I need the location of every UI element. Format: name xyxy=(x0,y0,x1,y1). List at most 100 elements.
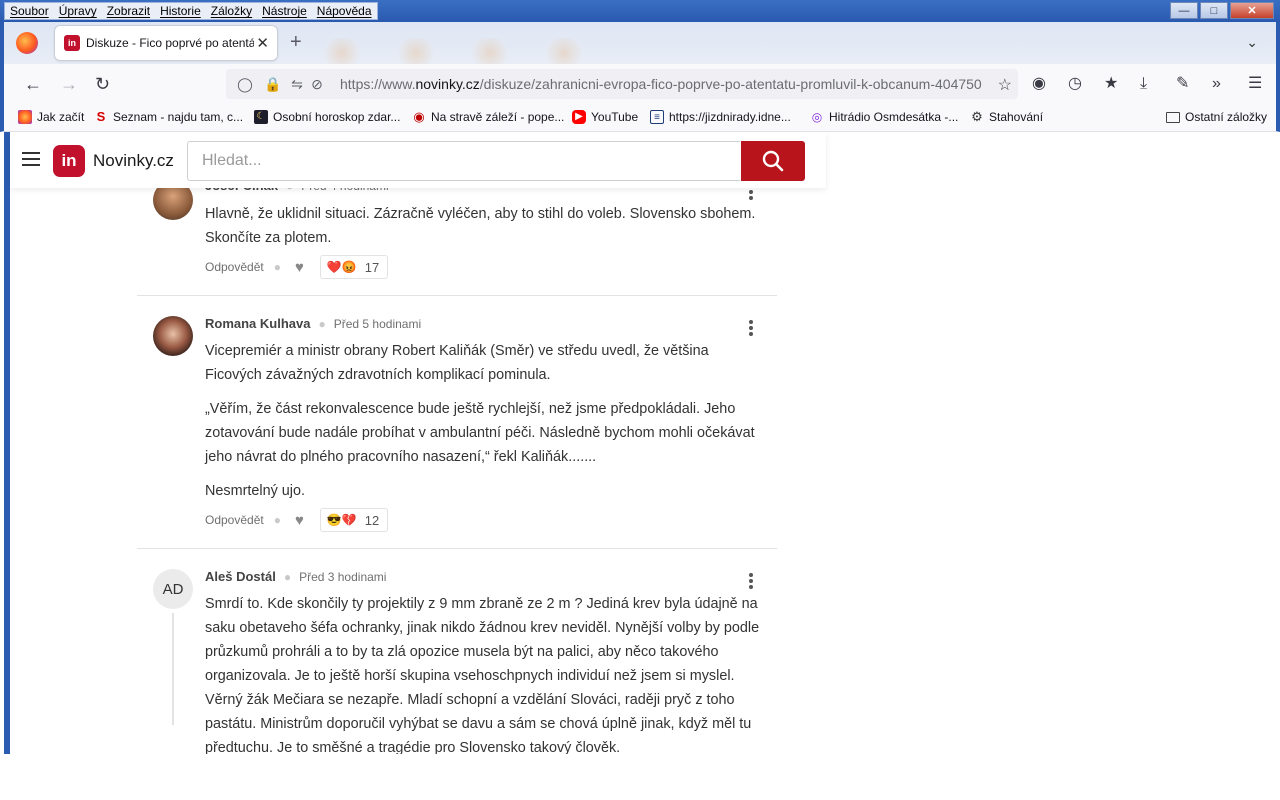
heart-icon[interactable]: ♥ xyxy=(295,512,304,529)
extensions-icon[interactable]: ✎ xyxy=(1176,74,1189,94)
comment-header: Romana Kulhava ● Před 5 hodinami xyxy=(205,316,421,331)
search-button[interactable] xyxy=(741,141,805,181)
bookmark-label: Osobní horoskop zdar... xyxy=(273,110,401,124)
reply-button[interactable]: Odpovědět xyxy=(205,260,264,274)
url-text[interactable]: https://www.novinky.cz/diskuze/zahranicn… xyxy=(340,76,996,92)
maximize-button[interactable]: □ xyxy=(1200,2,1228,19)
reactions-badge[interactable]: 😎💔 12 xyxy=(319,508,389,532)
shield-icon[interactable]: ◯ xyxy=(236,76,254,93)
firefox-view-icon[interactable] xyxy=(16,32,38,54)
bookmarks-icon[interactable]: ★ xyxy=(1104,74,1118,94)
comment-header: Aleš Dostál ● Před 3 hodinami xyxy=(205,569,386,584)
heart-icon[interactable]: ♥ xyxy=(295,259,304,276)
address-bar[interactable]: ◯ 🔒 ⇋ ⊘ https://www.novinky.cz/diskuze/z… xyxy=(226,69,1018,99)
other-bookmarks[interactable]: Ostatní záložky xyxy=(1166,110,1267,124)
bookmark-item[interactable]: ⚙ Stahování xyxy=(970,110,1044,125)
comment: AD Aleš Dostál ● Před 3 hodinami Smrdí t… xyxy=(137,549,777,754)
minimize-button[interactable]: — xyxy=(1170,2,1198,19)
moon-icon: ☾ xyxy=(254,110,268,124)
bookmark-label: Jak začít xyxy=(37,110,85,124)
taskbar-area xyxy=(0,754,1280,800)
bookmark-item[interactable]: ◎ Hitrádio Osmdesátka -... xyxy=(810,110,959,124)
comment-body: Vicepremiér a ministr obrany Robert Kali… xyxy=(205,339,765,513)
reload-icon[interactable]: ↻ xyxy=(95,74,110,94)
close-window-button[interactable]: ✕ xyxy=(1230,2,1274,19)
bookmark-item[interactable]: Jak začít xyxy=(18,110,84,124)
reaction-emoji-icon: 😎💔 xyxy=(326,513,357,527)
pocket-icon[interactable]: ◉ xyxy=(1032,74,1046,94)
menu-napoveda[interactable]: Nápověda xyxy=(312,3,377,19)
separator-dot: ● xyxy=(318,316,326,331)
comment-paragraph: „Věřím, že část rekonvalescence bude ješ… xyxy=(205,401,755,465)
menu-soubor[interactable]: Soubor xyxy=(5,3,54,19)
bookmark-label: YouTube xyxy=(591,110,639,124)
radio-icon: ◎ xyxy=(811,110,823,124)
search-input[interactable] xyxy=(187,141,740,181)
other-bookmarks-label: Ostatní záložky xyxy=(1185,110,1268,124)
download-icon[interactable]: ⤓ xyxy=(1140,74,1147,94)
comment-time: Před 3 hodinami xyxy=(299,569,387,584)
menu-bar: Soubor Úpravy Zobrazit Historie Záložky … xyxy=(4,2,378,20)
site-brand[interactable]: Novinky.cz xyxy=(93,151,174,171)
menu-upravy[interactable]: Úpravy xyxy=(54,3,102,19)
menu-icon[interactable] xyxy=(22,152,40,166)
new-tab-icon[interactable]: + xyxy=(290,32,302,52)
novinky-favicon-icon: in xyxy=(64,35,80,51)
bookmark-item[interactable]: ☾ Osobní horoskop zdar... xyxy=(254,110,400,124)
menu-historie[interactable]: Historie xyxy=(155,3,206,19)
back-icon[interactable]: ← xyxy=(24,74,42,94)
comment-time: Před 5 hodinami xyxy=(333,316,422,331)
separator-dot: ● xyxy=(273,513,281,527)
history-icon[interactable]: ◷ xyxy=(1068,74,1082,94)
tracking-off-icon[interactable]: ⊘ xyxy=(308,76,326,93)
bookmark-item[interactable]: S Seznam - najdu tam, c... xyxy=(94,109,243,125)
window-controls: — □ ✕ xyxy=(1170,2,1274,19)
bookmark-label: Stahování xyxy=(989,110,1044,124)
site-logo[interactable]: in xyxy=(53,145,85,177)
comment-author[interactable]: Aleš Dostál xyxy=(205,569,276,584)
menu-zobrazit[interactable]: Zobrazit xyxy=(102,3,155,19)
bookmark-item[interactable]: ▶ YouTube xyxy=(572,110,638,124)
youtube-icon: ▶ xyxy=(572,110,586,124)
tab-active[interactable]: in Diskuze - Fico poprvé po atentá ✕ xyxy=(55,26,277,60)
list-tabs-icon[interactable]: ⌄ xyxy=(1246,34,1258,51)
more-options-icon[interactable] xyxy=(749,573,753,591)
bookmark-label: Hitrádio Osmdesátka -... xyxy=(829,110,959,124)
seznam-icon: S xyxy=(96,109,106,124)
app-menu-icon[interactable]: ☰ xyxy=(1248,74,1262,94)
bookmark-item[interactable]: ◉ Na stravě záleží - pope... xyxy=(412,110,565,125)
comment-body: Hlavně, že uklidnil situaci. Zázračně vy… xyxy=(205,202,765,260)
more-options-icon[interactable] xyxy=(749,320,753,338)
comment-paragraph: Vicepremiér a ministr obrany Robert Kali… xyxy=(205,343,709,383)
menu-zalozky[interactable]: Záložky xyxy=(206,3,257,19)
comment-actions: Odpovědět ● ♥ 😎💔 12 xyxy=(205,508,389,532)
comment-actions: Odpovědět ● ♥ ❤️😡 17 xyxy=(205,255,389,279)
comment-paragraph: Hlavně, že uklidnil situaci. Zázračně vy… xyxy=(205,206,756,246)
page-content: in Novinky.cz Josef Cihak ● Před 4 hodin… xyxy=(4,132,1276,754)
overflow-icon[interactable]: » xyxy=(1212,74,1221,94)
reactions-badge[interactable]: ❤️😡 17 xyxy=(319,255,389,279)
menu-nastroje[interactable]: Nástroje xyxy=(257,3,312,19)
reply-button[interactable]: Odpovědět xyxy=(205,513,264,527)
comment-author[interactable]: Romana Kulhava xyxy=(205,316,310,331)
thread-line xyxy=(172,613,174,725)
reaction-count: 12 xyxy=(364,512,380,528)
navigation-bar: ← → ↻ ◯ 🔒 ⇋ ⊘ https://www.novinky.cz/dis… xyxy=(0,64,1280,104)
comment-body: Smrdí to. Kde skončily ty projektily z 9… xyxy=(205,592,765,754)
bookmark-label: Na stravě záleží - pope... xyxy=(431,110,565,124)
separator-dot: ● xyxy=(283,569,292,584)
window-border xyxy=(4,132,10,754)
avatar[interactable]: AD xyxy=(153,569,193,609)
bookmark-star-icon[interactable]: ☆ xyxy=(998,75,1012,95)
avatar[interactable] xyxy=(153,316,193,356)
comment: Romana Kulhava ● Před 5 hodinami Vicepre… xyxy=(137,296,777,549)
firefox-icon xyxy=(18,110,32,124)
tab-title: Diskuze - Fico poprvé po atentá xyxy=(86,36,254,50)
bookmark-item[interactable]: ≡ https://jizdnirady.idne... xyxy=(650,110,791,124)
page-icon: ≡ xyxy=(650,110,664,124)
bookmark-label: https://jizdnirady.idne... xyxy=(669,110,791,124)
tab-close-icon[interactable]: ✕ xyxy=(256,34,269,52)
permissions-icon[interactable]: ⇋ xyxy=(288,76,306,93)
forward-icon[interactable]: → xyxy=(60,74,78,94)
lock-icon[interactable]: 🔒 xyxy=(264,76,282,93)
